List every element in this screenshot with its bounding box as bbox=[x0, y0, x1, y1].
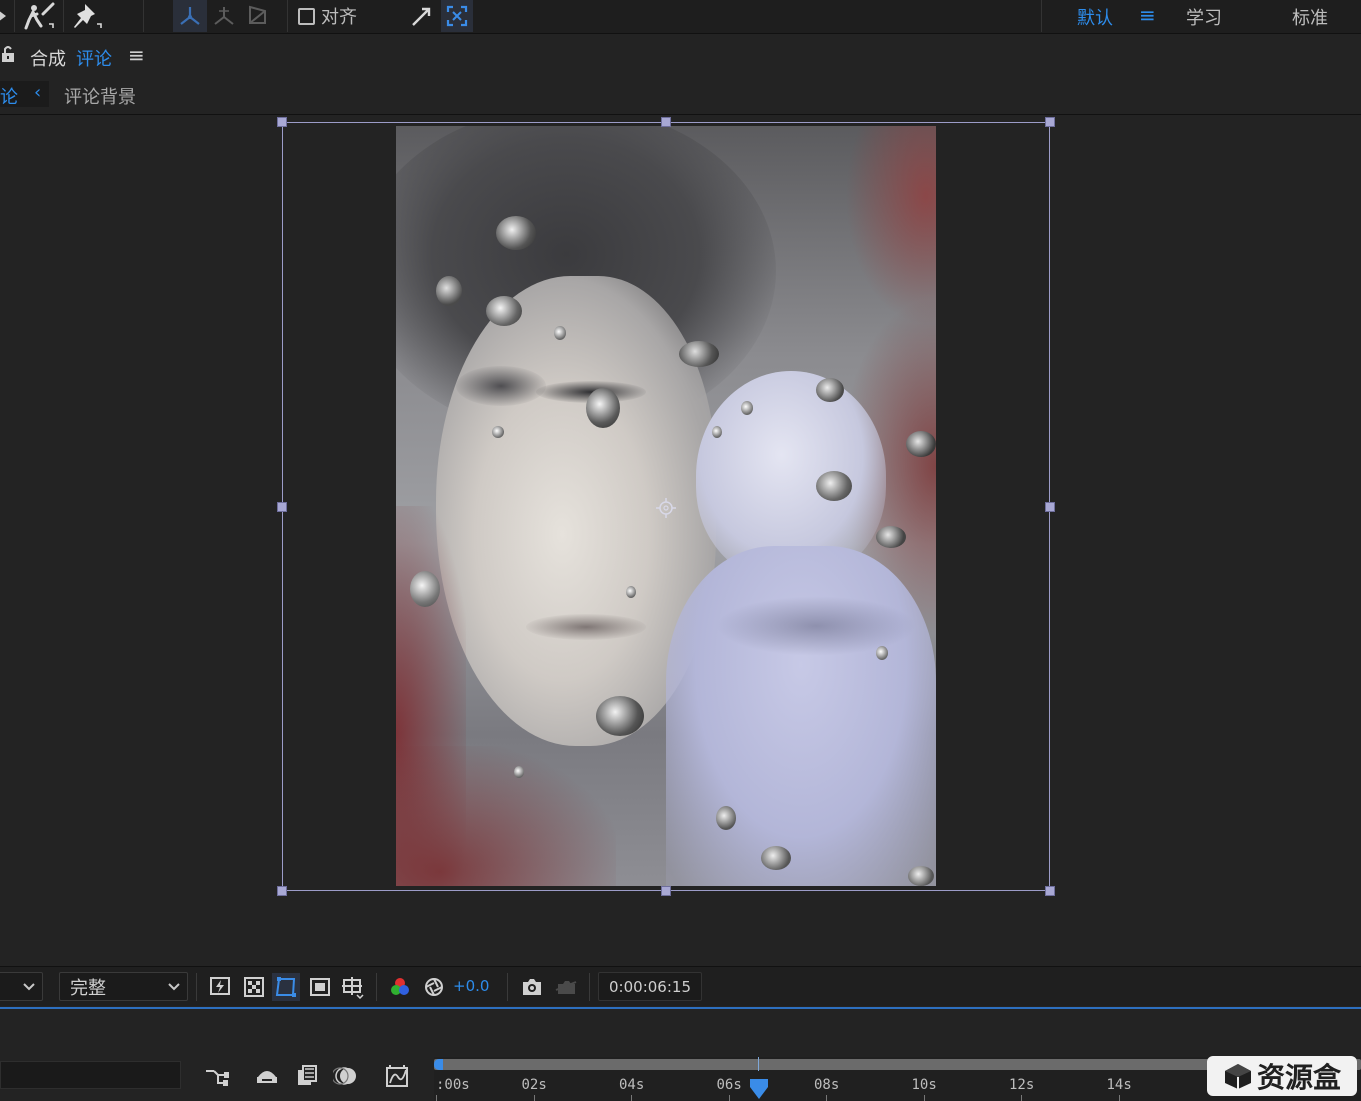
ruler-tick-mark bbox=[533, 1095, 535, 1101]
chevron-down-icon bbox=[23, 982, 35, 990]
ruler-tick-label: 10s bbox=[911, 1077, 937, 1093]
snap-edges-icon[interactable] bbox=[405, 0, 437, 32]
magnification-dropdown[interactable] bbox=[0, 972, 43, 1001]
frame-blending-icon[interactable] bbox=[292, 1061, 322, 1091]
motion-blur-icon[interactable] bbox=[331, 1061, 361, 1091]
transform-handle-right[interactable] bbox=[1045, 502, 1055, 512]
workspace-default-tab[interactable]: 默认 bbox=[1077, 4, 1113, 30]
exposure-value[interactable]: +0.0 bbox=[453, 977, 489, 995]
watermark-text: 资源盒 bbox=[1256, 1061, 1341, 1094]
mask-path-visibility-icon[interactable] bbox=[272, 973, 300, 1001]
reset-exposure-icon[interactable] bbox=[420, 973, 448, 1001]
anchor-point-icon[interactable] bbox=[655, 497, 677, 523]
tab-comment-background[interactable]: 评论背景 bbox=[64, 83, 136, 109]
ruler-tick-mark bbox=[728, 1095, 730, 1101]
snap-features-icon[interactable] bbox=[441, 0, 473, 32]
graph-editor-icon[interactable] bbox=[382, 1061, 412, 1091]
comp-flowchart-icon[interactable] bbox=[202, 1061, 232, 1091]
workspace-standard-tab[interactable]: 标准 bbox=[1292, 4, 1328, 30]
puppet-pin-tool-icon[interactable] bbox=[68, 0, 108, 32]
region-of-interest-icon[interactable] bbox=[306, 973, 334, 1001]
roto-brush-tool-icon[interactable] bbox=[20, 0, 60, 32]
panel-prefix-label: 合成 bbox=[30, 49, 66, 70]
timeline-search-input[interactable] bbox=[0, 1061, 181, 1089]
comp-name-label[interactable]: 评论 bbox=[76, 45, 112, 71]
playhead[interactable] bbox=[749, 1057, 768, 1101]
ruler-tick-mark bbox=[923, 1095, 925, 1101]
watermark-badge: 资源盒 bbox=[1207, 1056, 1357, 1096]
transform-handle-left[interactable] bbox=[277, 502, 287, 512]
fast-previews-icon[interactable] bbox=[206, 973, 234, 1001]
ruler-tick-mark bbox=[631, 1095, 632, 1101]
tab-back-icon[interactable]: ‹ bbox=[34, 82, 41, 103]
ruler-tick-label: 12s bbox=[1009, 1077, 1035, 1093]
work-area-start-handle[interactable] bbox=[434, 1059, 443, 1070]
ruler-tick-label: 06s bbox=[716, 1077, 742, 1093]
timeline-panel: :00s 02s 04s 06s 08s 10s 12s 14s bbox=[0, 1009, 1361, 1101]
snapping-label: 对齐 bbox=[321, 7, 357, 28]
composition-panel-header: 合成 评论 ≡ bbox=[0, 35, 1361, 77]
snapping-checkbox[interactable] bbox=[298, 7, 315, 25]
snapping-toggle[interactable]: 对齐 bbox=[298, 0, 372, 32]
playhead-marker-icon bbox=[749, 1079, 768, 1099]
resolution-dropdown[interactable]: 完整 bbox=[59, 972, 188, 1001]
show-snapshot-icon[interactable] bbox=[552, 973, 580, 1001]
ruler-tick-mark bbox=[1118, 1095, 1120, 1101]
transform-handle-bottom-left[interactable] bbox=[277, 886, 287, 896]
top-toolbar: 对齐 默认 ≡ 学习 标准 bbox=[0, 0, 1361, 34]
world-axis-mode-icon[interactable] bbox=[208, 0, 240, 32]
ruler-tick-label: 02s bbox=[521, 1077, 547, 1093]
ruler-tick-label: 04s bbox=[619, 1077, 645, 1093]
grid-guides-icon[interactable] bbox=[338, 973, 366, 1001]
transform-handle-bottom[interactable] bbox=[661, 886, 671, 896]
tab-active-comp[interactable]: 论 ‹ bbox=[0, 81, 49, 108]
shy-layers-icon[interactable] bbox=[252, 1061, 282, 1091]
current-time-value: 0:00:06:15 bbox=[609, 977, 691, 996]
viewer-controls-bar: 完整 +0.0 0:00:06:15 bbox=[0, 966, 1361, 1006]
snapshot-camera-icon[interactable] bbox=[518, 973, 546, 1001]
composition-tabs: 论 ‹ 评论背景 bbox=[0, 77, 1361, 115]
transparency-grid-icon[interactable] bbox=[240, 973, 268, 1001]
local-axis-mode-icon[interactable] bbox=[173, 0, 207, 32]
ruler-tick-label: 08s bbox=[814, 1077, 840, 1093]
panel-lock-icon[interactable] bbox=[0, 45, 16, 67]
tool-arrow-icon[interactable] bbox=[0, 0, 10, 32]
transform-handle-bottom-right[interactable] bbox=[1045, 886, 1055, 896]
ruler-tick-mark bbox=[826, 1095, 827, 1101]
ruler-tick-mark bbox=[1021, 1095, 1022, 1101]
chevron-down-icon bbox=[168, 982, 180, 990]
view-axis-mode-icon[interactable] bbox=[242, 0, 274, 32]
channels-icon[interactable] bbox=[386, 973, 414, 1001]
current-time-display[interactable]: 0:00:06:15 bbox=[598, 972, 702, 1001]
ruler-tick-mark bbox=[436, 1095, 437, 1101]
after-effects-window: 对齐 默认 ≡ 学习 标准 合成 评论 ≡ 论 ‹ 评论背景 完整 +0.0 0… bbox=[0, 0, 1361, 1101]
workspace-learn-tab[interactable]: 学习 bbox=[1186, 4, 1222, 30]
tab-active-label: 论 bbox=[0, 87, 18, 108]
cube-logo-icon bbox=[1224, 1064, 1251, 1089]
ruler-tick-label: 14s bbox=[1106, 1077, 1132, 1093]
panel-menu-icon[interactable]: ≡ bbox=[128, 43, 145, 67]
transform-handle-top-right[interactable] bbox=[1045, 117, 1055, 127]
resolution-value: 完整 bbox=[70, 977, 106, 999]
transform-handle-top[interactable] bbox=[661, 117, 671, 127]
composition-viewer[interactable] bbox=[0, 116, 1361, 966]
transform-handle-top-left[interactable] bbox=[277, 117, 287, 127]
ruler-tick-label: :00s bbox=[436, 1077, 470, 1093]
workspace-menu-icon[interactable]: ≡ bbox=[1139, 3, 1156, 27]
